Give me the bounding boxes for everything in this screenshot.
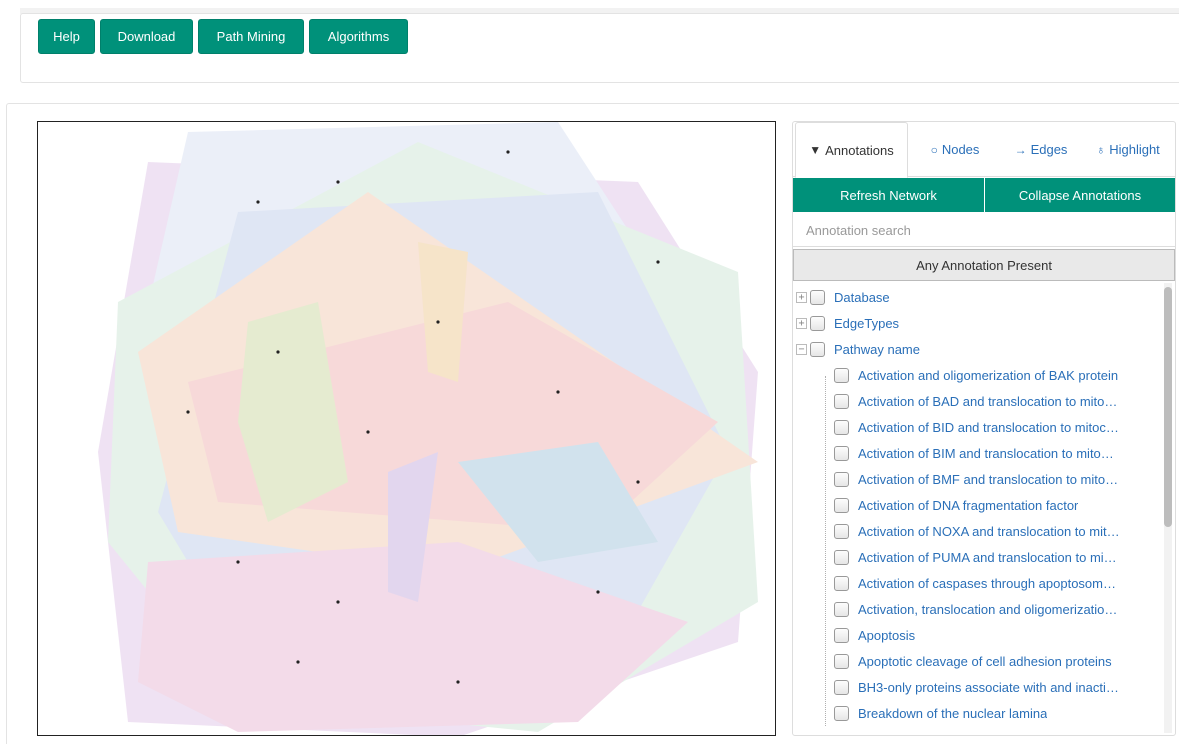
checkbox[interactable]: [834, 471, 849, 487]
tree-item-label: Apoptotic cleavage of cell adhesion prot…: [858, 653, 1112, 669]
tree-guide-line: [825, 376, 826, 726]
checkbox[interactable]: [834, 601, 849, 617]
tree-item[interactable]: Activation of NOXA and translocation to …: [834, 518, 1164, 544]
arrow-right-icon: →: [1014, 142, 1027, 157]
tree-group-label: Database: [834, 289, 890, 305]
tree-item-label: Activation of caspases through apoptosom…: [858, 575, 1116, 591]
tree-item-label: Activation of BMF and translocation to m…: [858, 471, 1119, 487]
tree-item-label: Activation of DNA fragmentation factor: [858, 497, 1079, 513]
toolbar-panel: [20, 13, 1179, 83]
checkbox[interactable]: [810, 315, 825, 331]
tab-annotations[interactable]: ▼ Annotations: [795, 122, 908, 178]
checkbox[interactable]: [834, 575, 849, 591]
side-tabs: ▼ Annotations ○ Nodes → Edges ♁ Highligh…: [793, 122, 1175, 178]
annotation-search-input[interactable]: Annotation search: [793, 213, 1175, 247]
tree-item[interactable]: Activation of PUMA and translocation to …: [834, 544, 1164, 570]
tree-scrollbar-thumb[interactable]: [1164, 287, 1172, 527]
filter-icon: ▼: [809, 143, 822, 157]
checkbox[interactable]: [834, 393, 849, 409]
tree-item-label: Breakdown of the nuclear lamina: [858, 705, 1048, 721]
path-mining-button[interactable]: Path Mining: [198, 19, 304, 54]
tree-item[interactable]: Activation of BID and translocation to m…: [834, 414, 1164, 440]
circle-icon: ○: [930, 142, 938, 157]
tree-group-label: Pathway name: [834, 341, 920, 357]
checkbox[interactable]: [834, 679, 849, 695]
checkbox[interactable]: [834, 705, 849, 721]
tab-nodes-label: Nodes: [941, 142, 980, 157]
tree-item[interactable]: Apoptosis: [834, 622, 1164, 648]
tree-item-label: Apoptosis: [858, 627, 916, 643]
checkbox[interactable]: [834, 549, 849, 565]
tab-highlight[interactable]: ♁ Highlight: [1083, 122, 1173, 177]
tab-annotations-label: Annotations: [825, 142, 894, 158]
refresh-network-button[interactable]: Refresh Network: [793, 178, 984, 212]
checkbox[interactable]: [834, 445, 849, 461]
tree-item-label: Activation, translocation and oligomeriz…: [858, 601, 1118, 617]
checkbox[interactable]: [834, 497, 849, 513]
tab-highlight-label: Highlight: [1109, 142, 1160, 157]
tree-item-label: BH3-only proteins associate with and ina…: [858, 679, 1119, 695]
tree-item[interactable]: Activation of BIM and translocation to m…: [834, 440, 1164, 466]
tree-item[interactable]: Activation of DNA fragmentation factor: [834, 492, 1164, 518]
tree-group-edgetypes[interactable]: + EdgeTypes: [796, 310, 899, 336]
checkbox[interactable]: [834, 523, 849, 539]
tree-item[interactable]: Activation of BAD and translocation to m…: [834, 388, 1164, 414]
checkbox[interactable]: [810, 341, 825, 357]
download-button[interactable]: Download: [100, 19, 193, 54]
tab-edges[interactable]: → Edges: [1001, 122, 1081, 177]
collapse-annotations-button[interactable]: Collapse Annotations: [985, 178, 1175, 212]
expand-icon[interactable]: +: [796, 291, 807, 303]
tree-item[interactable]: Breakdown of the nuclear lamina: [834, 700, 1164, 726]
tree-item-label: Activation of BID and translocation to m…: [858, 419, 1119, 435]
tree-item[interactable]: Activation, translocation and oligomeriz…: [834, 596, 1164, 622]
tree-group-database[interactable]: + Database: [796, 284, 890, 310]
tree-item[interactable]: Activation of BMF and translocation to m…: [834, 466, 1164, 492]
algorithms-button[interactable]: Algorithms: [309, 19, 408, 54]
tab-edges-label: Edges: [1030, 142, 1068, 157]
tree-item-label: Activation and oligomerization of BAK pr…: [858, 367, 1119, 383]
any-annotation-present-button[interactable]: Any Annotation Present: [793, 249, 1175, 281]
checkbox[interactable]: [834, 653, 849, 669]
checkbox[interactable]: [810, 289, 825, 305]
tree-item-label: Activation of BIM and translocation to m…: [858, 445, 1114, 461]
network-graph[interactable]: [38, 122, 776, 736]
network-canvas[interactable]: [37, 121, 776, 736]
tree-item-label: Activation of BAD and translocation to m…: [858, 393, 1118, 409]
collapse-icon[interactable]: −: [796, 343, 807, 355]
tree-group-label: EdgeTypes: [834, 315, 900, 331]
tab-nodes[interactable]: ○ Nodes: [915, 122, 995, 177]
tree-item-label: Activation of NOXA and translocation to …: [858, 523, 1120, 539]
tree-item[interactable]: Activation of caspases through apoptosom…: [834, 570, 1164, 596]
lightbulb-icon: ♁: [1096, 142, 1106, 157]
tree-item[interactable]: BH3-only proteins associate with and ina…: [834, 674, 1164, 700]
tree-item[interactable]: Apoptotic cleavage of cell adhesion prot…: [834, 648, 1164, 674]
tree-item-label: Activation of PUMA and translocation to …: [858, 549, 1117, 565]
checkbox[interactable]: [834, 367, 849, 383]
tree-group-pathway-name[interactable]: − Pathway name: [796, 336, 920, 362]
expand-icon[interactable]: +: [796, 317, 807, 329]
help-button[interactable]: Help: [38, 19, 95, 54]
checkbox[interactable]: [834, 419, 849, 435]
checkbox[interactable]: [834, 627, 849, 643]
tree-item[interactable]: Activation and oligomerization of BAK pr…: [834, 362, 1164, 388]
